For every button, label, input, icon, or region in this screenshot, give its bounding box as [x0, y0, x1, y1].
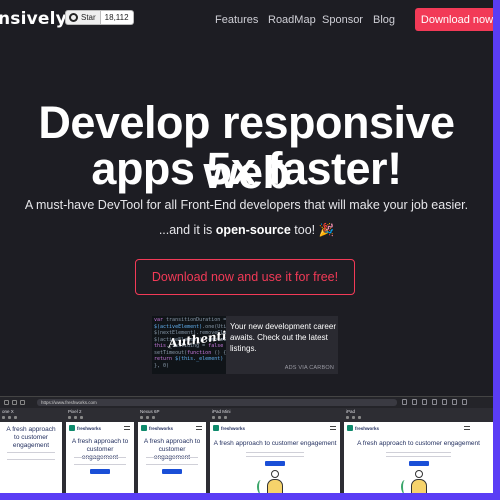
app-preview: https://www.freshworks.com one X A fresh…	[0, 396, 493, 493]
device-tool-icons	[346, 416, 361, 419]
device-tool-icons	[212, 416, 227, 419]
device-name: Nexus 6P	[140, 409, 160, 414]
tool-icon	[432, 399, 437, 405]
tool-icon	[402, 399, 407, 405]
nav-roadmap[interactable]: RoadMap	[268, 14, 316, 26]
download-free-button[interactable]: Download now and use it for free!	[135, 259, 355, 295]
device-screen: A fresh approach to customer engagement	[0, 422, 62, 493]
github-star-label: Star	[81, 13, 96, 22]
menu-icon	[124, 426, 130, 430]
site-illustration	[399, 468, 439, 493]
site-paragraph	[385, 452, 452, 457]
site-button	[162, 469, 182, 474]
menu-icon	[196, 426, 202, 430]
github-star-widget[interactable]: Star 18,112	[65, 10, 134, 25]
site-button	[408, 461, 429, 466]
github-star-button[interactable]: Star	[65, 10, 101, 25]
device-preview: iPad freshworks A fresh approach to cust…	[344, 409, 493, 493]
nav-sponsor[interactable]: Sponsor	[322, 14, 363, 26]
device-tool-icons	[140, 416, 155, 419]
menu-icon	[330, 426, 336, 430]
ad-image[interactable]: var transitionDuration = $( $(activeElem…	[152, 316, 226, 374]
preview-url-field: https://www.freshworks.com	[37, 399, 397, 406]
device-preview: Pixel 2 freshworks A fresh approach to c…	[66, 409, 134, 493]
top-navbar: nsively Star 18,112 Features RoadMap Spo…	[0, 0, 493, 40]
preview-toolbar-icons	[402, 399, 467, 405]
site-logo: freshworks	[141, 425, 173, 431]
device-tool-icons	[68, 416, 83, 419]
device-tool-icons	[2, 416, 17, 419]
tool-icon	[462, 399, 467, 405]
forward-icon	[12, 400, 17, 405]
brand-logo[interactable]: nsively	[0, 9, 67, 29]
hero-title-line-2: apps 5x faster!	[91, 143, 402, 194]
menu-icon	[464, 426, 470, 430]
nav-features[interactable]: Features	[215, 14, 258, 26]
site-paragraph	[7, 452, 55, 460]
site-logo: freshworks	[69, 425, 101, 431]
github-icon	[69, 13, 78, 22]
site-paragraph	[246, 452, 304, 457]
ad-text[interactable]: Your new development career awaits. Chec…	[230, 321, 336, 354]
tool-icon	[442, 399, 447, 405]
preview-toolbar: https://www.freshworks.com	[0, 397, 493, 408]
device-screen: freshworks A fresh approach to customer …	[210, 422, 340, 493]
hero-note-prefix: ...and it is	[158, 223, 216, 237]
device-preview: Nexus 6P freshworks A fresh approach to …	[138, 409, 206, 493]
device-screen: freshworks A fresh approach to customer …	[344, 422, 493, 493]
site-illustration	[255, 468, 295, 493]
device-name: iPad	[346, 409, 356, 414]
site-logo: freshworks	[347, 425, 379, 431]
site-paragraph	[74, 457, 126, 465]
back-icon	[4, 400, 9, 405]
nav-blog[interactable]: Blog	[373, 14, 395, 26]
tool-icon	[452, 399, 457, 405]
site-button	[265, 461, 285, 466]
github-star-count[interactable]: 18,112	[100, 10, 134, 25]
app-window: nsively Star 18,112 Features RoadMap Spo…	[0, 0, 493, 493]
download-now-button[interactable]: Download now	[415, 8, 493, 31]
ad-via-label[interactable]: ADS VIA CARBON	[285, 365, 334, 371]
site-logo: freshworks	[213, 425, 245, 431]
device-preview: iPad Mini freshworks A fresh approach to…	[210, 409, 340, 493]
site-headline: A fresh approach to customer engagement	[357, 440, 480, 447]
device-screen: freshworks A fresh approach to customer …	[138, 422, 206, 493]
device-name: Pixel 2	[68, 409, 82, 414]
ad-panel[interactable]: Your new development career awaits. Chec…	[226, 316, 338, 374]
tool-icon	[412, 399, 417, 405]
tool-icon	[422, 399, 427, 405]
hero-subtitle: A must-have DevTool for all Front-End de…	[24, 198, 469, 212]
site-button	[90, 469, 110, 474]
device-name: iPad Mini	[212, 409, 231, 414]
refresh-icon	[20, 400, 25, 405]
hero-note-bold: open-source	[215, 223, 291, 237]
hero-note-suffix: too! 🎉	[290, 223, 335, 237]
device-preview: one X A fresh approach to customer engag…	[0, 409, 62, 493]
device-name: one X	[2, 409, 14, 414]
site-headline: A fresh approach to customer engagement	[6, 426, 56, 449]
hero-note: ...and it is open-source too! 🎉	[0, 223, 493, 238]
device-screen: freshworks A fresh approach to customer …	[66, 422, 134, 493]
site-headline: A fresh approach to customer engagement	[213, 440, 337, 447]
site-paragraph	[146, 457, 198, 465]
